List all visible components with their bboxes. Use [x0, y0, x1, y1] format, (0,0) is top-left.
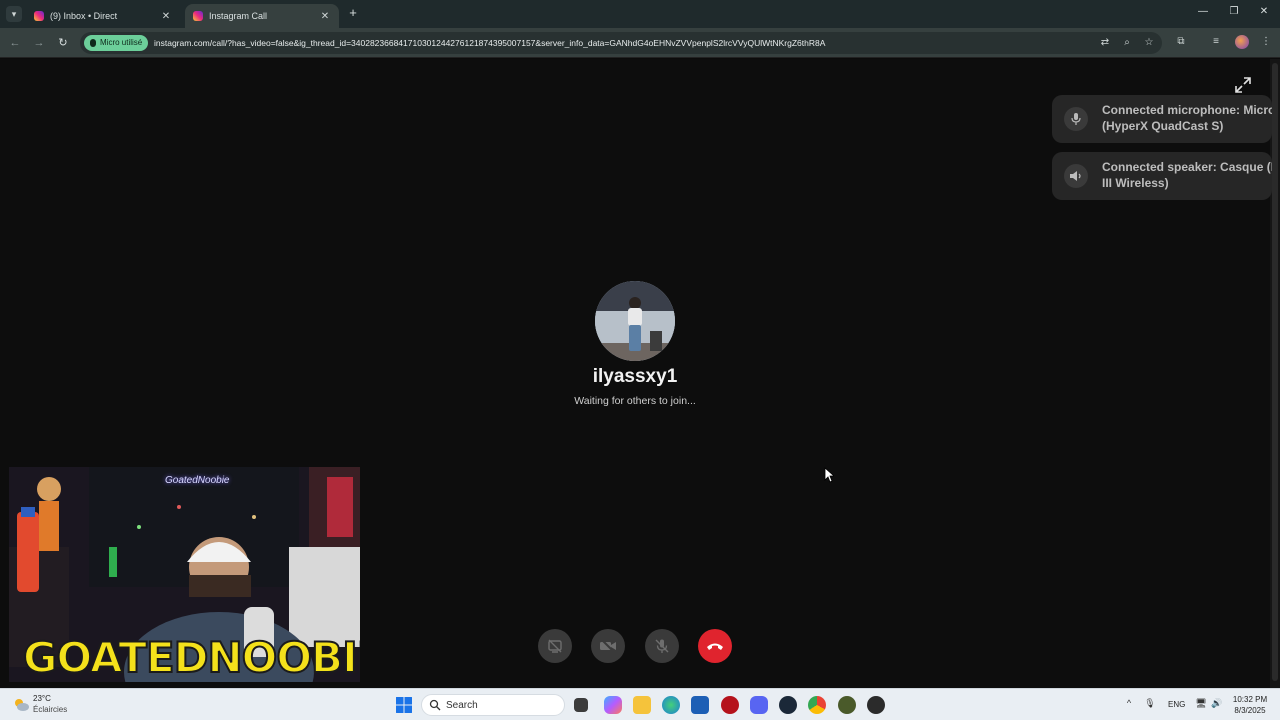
- search-label: Search: [446, 700, 478, 711]
- search-icon: [429, 699, 441, 711]
- file-explorer-icon[interactable]: [633, 696, 651, 714]
- chrome-icon[interactable]: [808, 696, 826, 714]
- scrollbar[interactable]: [1270, 59, 1280, 688]
- weather-description[interactable]: Éclaircies: [33, 705, 67, 714]
- tab-title: Instagram Call: [209, 11, 268, 21]
- microphone-button[interactable]: [645, 629, 679, 663]
- toast-line: (HyperX QuadCast S): [1102, 119, 1224, 133]
- menu-icon[interactable]: ⋮: [1259, 35, 1273, 49]
- task-view-icon[interactable]: [574, 698, 588, 712]
- close-window-icon[interactable]: ✕: [1256, 6, 1272, 17]
- app-green-icon[interactable]: [838, 696, 856, 714]
- restore-icon[interactable]: ❐: [1226, 6, 1242, 17]
- minimize-icon[interactable]: —: [1195, 6, 1211, 17]
- speaker-icon: [1070, 171, 1081, 181]
- toast-line: Connected speaker: Casque (H: [1102, 160, 1272, 174]
- toast-line: III Wireless): [1102, 176, 1169, 190]
- new-tab-button[interactable]: +: [346, 6, 360, 20]
- weather-icon[interactable]: [12, 696, 30, 712]
- tab-strip: ▾ (9) Inbox • Direct ✕ Instagram Call ✕ …: [0, 0, 1280, 28]
- zoom-icon[interactable]: ⌕: [1120, 36, 1134, 50]
- fullscreen-icon[interactable]: [1234, 76, 1252, 94]
- camera-button[interactable]: [591, 629, 625, 663]
- copilot-icon[interactable]: [604, 696, 622, 714]
- obs-icon[interactable]: [867, 696, 885, 714]
- taskbar-search[interactable]: Search: [421, 694, 565, 716]
- microphone-icon: [90, 39, 96, 47]
- media-controls-icon[interactable]: ≡: [1209, 35, 1223, 49]
- instagram-icon: [34, 11, 44, 21]
- language-indicator[interactable]: ENG: [1168, 700, 1185, 709]
- profile-photo: [595, 281, 675, 361]
- clock[interactable]: 10:32 PM 8/3/2025: [1226, 694, 1274, 716]
- steam-icon[interactable]: [779, 696, 797, 714]
- speaker-toast: Connected speaker: Casque (H III Wireles…: [1052, 152, 1272, 200]
- toast-line: Connected microphone: Micro: [1102, 103, 1272, 117]
- webcam-overlay: GoatedNoobie GOATEDNOOBIE: [9, 467, 360, 682]
- edge-icon[interactable]: [662, 696, 680, 714]
- windows-start-icon[interactable]: [395, 696, 413, 714]
- instagram-icon: [193, 11, 203, 21]
- clock-date: 8/3/2025: [1234, 706, 1266, 715]
- browser-toolbar: ← → ↻ Micro utilisé instagram.com/call/?…: [0, 28, 1280, 58]
- mic-chip-label: Micro utilisé: [100, 38, 143, 47]
- translate-icon[interactable]: ⇄: [1098, 36, 1112, 50]
- url-text[interactable]: instagram.com/call/?has_video=false&ig_t…: [154, 32, 1084, 54]
- tab-inbox[interactable]: (9) Inbox • Direct ✕: [26, 4, 180, 28]
- camera-off-icon: [600, 638, 616, 654]
- microphone-toast: Connected microphone: Micro (HyperX Quad…: [1052, 95, 1272, 143]
- bookmark-star-icon[interactable]: ☆: [1142, 36, 1156, 50]
- screen-share-off-icon: [548, 639, 562, 653]
- end-call-button[interactable]: [698, 629, 732, 663]
- call-status: Waiting for others to join...: [574, 395, 696, 407]
- tab-search-button[interactable]: ▾: [6, 6, 22, 22]
- extensions-icon[interactable]: ⧉: [1174, 35, 1188, 49]
- screen-share-button[interactable]: [538, 629, 572, 663]
- channel-banner: GOATEDNOOBIE: [22, 633, 360, 682]
- tab-close-icon[interactable]: ✕: [319, 11, 331, 22]
- back-icon[interactable]: ←: [8, 36, 22, 50]
- clock-time: 10:32 PM: [1232, 695, 1268, 704]
- profile-avatar[interactable]: [1235, 35, 1249, 49]
- callee-avatar: [595, 281, 675, 361]
- volume-icon[interactable]: 🔊: [1210, 698, 1224, 709]
- tab-title: (9) Inbox • Direct: [50, 11, 118, 21]
- address-bar[interactable]: Micro utilisé instagram.com/call/?has_vi…: [80, 32, 1162, 54]
- store-icon[interactable]: [691, 696, 709, 714]
- tray-chevron-icon[interactable]: ^: [1122, 698, 1136, 708]
- scrollbar-thumb[interactable]: [1272, 63, 1278, 681]
- end-call-icon: [707, 643, 723, 650]
- discord-icon[interactable]: [750, 696, 768, 714]
- microphone-off-icon: [655, 639, 669, 653]
- channel-tag: GoatedNoobie: [165, 475, 230, 486]
- app-red-icon[interactable]: [721, 696, 739, 714]
- tray-microphone-icon[interactable]: 🎙: [1143, 698, 1157, 709]
- forward-icon[interactable]: →: [32, 36, 46, 50]
- weather-temperature[interactable]: 23°C: [33, 694, 51, 703]
- network-icon[interactable]: 🖥: [1194, 698, 1208, 709]
- tab-close-icon[interactable]: ✕: [160, 11, 172, 22]
- mouse-cursor: [824, 467, 834, 483]
- microphone-icon: [1071, 113, 1081, 125]
- tab-instagram-call[interactable]: Instagram Call ✕: [185, 4, 339, 28]
- reload-icon[interactable]: ↻: [56, 36, 70, 50]
- mic-in-use-chip[interactable]: Micro utilisé: [84, 35, 149, 51]
- callee-username: ilyassxy1: [592, 366, 678, 387]
- taskbar: 23°C Éclaircies Search ^ 🎙 ENG 🖥 🔊 10:32…: [0, 688, 1280, 720]
